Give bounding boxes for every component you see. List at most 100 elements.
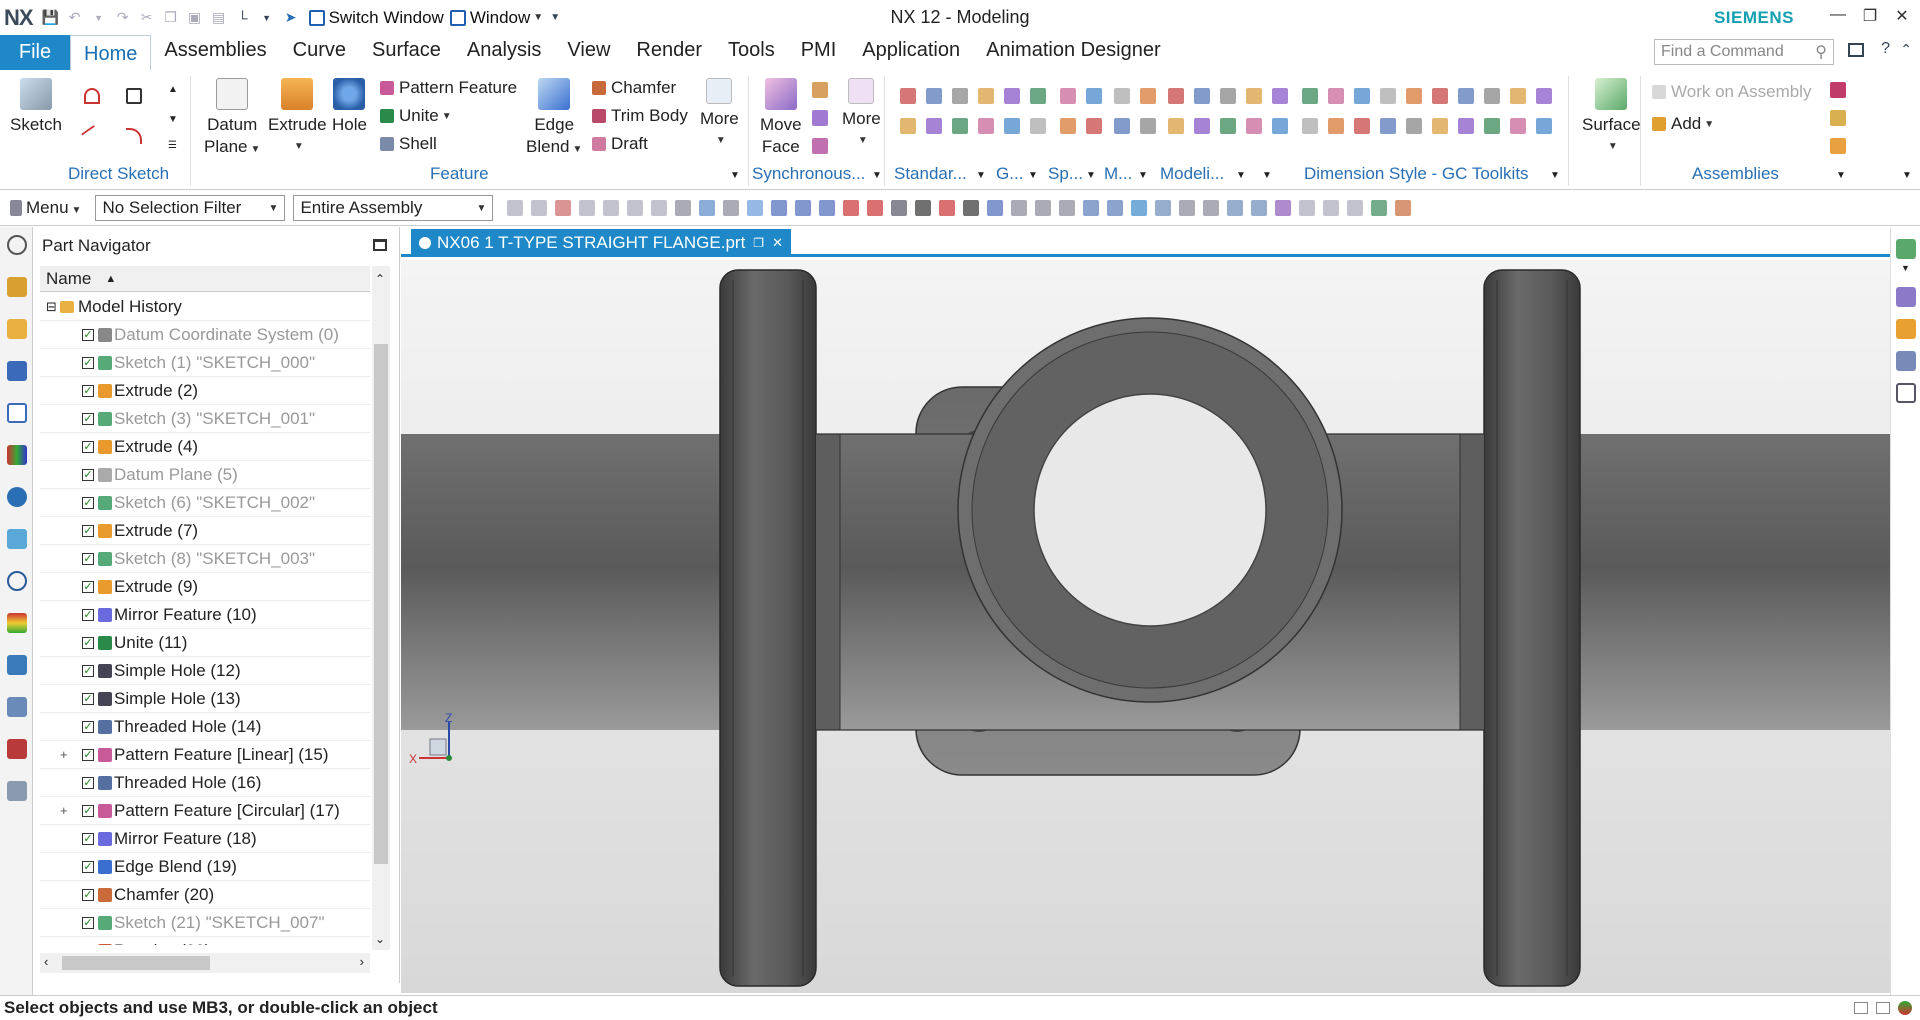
feature-node[interactable]: ✓ Threaded Hole (16) — [40, 769, 370, 797]
snap-tool-icon[interactable] — [1155, 200, 1172, 216]
group-feature[interactable]: Feature — [430, 164, 489, 184]
chevron-down-icon[interactable]: ▼ — [1086, 170, 1096, 181]
reuse-library-icon[interactable] — [7, 361, 27, 381]
tab-render[interactable]: Render — [623, 33, 715, 68]
menu-button[interactable]: Menu ▼ — [26, 198, 81, 218]
feature-node[interactable]: ✓ Sketch (3) "SKETCH_001" — [40, 405, 370, 433]
ribbon-tool-icon[interactable] — [926, 88, 942, 104]
snap-tool-icon[interactable] — [1395, 200, 1412, 216]
collapse-icon[interactable]: ⊟ — [46, 299, 57, 315]
group-assemblies[interactable]: Assemblies — [1692, 164, 1779, 184]
save-icon[interactable]: 💾 — [42, 9, 59, 26]
snap-tool-icon[interactable] — [939, 200, 956, 216]
visibility-checkbox[interactable]: ✓ — [82, 636, 94, 649]
chevron-down-icon[interactable]: ▼ — [1262, 170, 1272, 181]
expand-gallery-icon[interactable]: ☰ — [168, 140, 177, 151]
feature-node[interactable]: + ✓ Pattern Feature [Circular] (17) — [40, 797, 370, 825]
ribbon-tool-icon[interactable] — [1510, 118, 1526, 134]
sync-tool-icon[interactable] — [812, 110, 828, 126]
ribbon-tool-icon[interactable] — [1220, 118, 1236, 134]
feature-node[interactable]: ✓ Simple Hole (13) — [40, 685, 370, 713]
system-materials-icon[interactable] — [7, 739, 27, 759]
visibility-checkbox[interactable]: ✓ — [82, 524, 94, 537]
visibility-checkbox[interactable]: ✓ — [82, 496, 94, 509]
feature-node[interactable]: ✓ Edge Blend (19) — [40, 853, 370, 881]
selection-filter-dropdown[interactable]: No Selection Filter ▼ — [95, 195, 286, 221]
snap-tool-icon[interactable] — [603, 200, 620, 216]
ribbon-tool-icon[interactable] — [1432, 118, 1448, 134]
ribbon-tool-icon[interactable] — [1004, 88, 1020, 104]
ribbon-tool-icon[interactable] — [978, 88, 994, 104]
column-header-name[interactable]: Name ▲ — [40, 266, 370, 292]
pattern-feature-button[interactable]: Pattern Feature — [380, 78, 517, 98]
branch-bore[interactable] — [1033, 393, 1267, 627]
snap-tool-icon[interactable] — [963, 200, 980, 216]
extrude-button[interactable]: Extrude ▼ — [268, 78, 327, 158]
repeat-dropdown-icon[interactable]: ▼ — [259, 10, 275, 26]
visibility-checkbox[interactable]: ✓ — [82, 916, 94, 929]
ribbon-tool-icon[interactable] — [1458, 88, 1474, 104]
constraint-navigator-icon[interactable] — [7, 319, 27, 339]
ribbon-tool-icon[interactable] — [978, 118, 994, 134]
chevron-down-icon[interactable]: ▼ — [730, 170, 740, 181]
snap-tool-icon[interactable] — [1299, 200, 1316, 216]
snap-tool-icon[interactable] — [1203, 200, 1220, 216]
redo-icon[interactable]: ↷ — [115, 9, 131, 26]
snap-tool-icon[interactable] — [1059, 200, 1076, 216]
work-on-assembly-button[interactable]: Work on Assembly — [1652, 82, 1811, 102]
ribbon-tool-icon[interactable] — [1380, 88, 1396, 104]
assembly-tool-icon[interactable] — [1830, 138, 1846, 154]
snap-tool-icon[interactable] — [1107, 200, 1124, 216]
feature-node[interactable]: ✓ Extrude (4) — [40, 433, 370, 461]
tab-curve[interactable]: Curve — [280, 33, 359, 68]
ribbon-tool-icon[interactable] — [1168, 118, 1184, 134]
snap-tool-icon[interactable] — [1323, 200, 1340, 216]
feature-node[interactable]: ✓ Mirror Feature (18) — [40, 825, 370, 853]
snap-tool-icon[interactable] — [891, 200, 908, 216]
snap-tool-icon[interactable] — [1179, 200, 1196, 216]
feature-node[interactable]: ✓ Sketch (1) "SKETCH_000" — [40, 349, 370, 377]
ribbon-tool-icon[interactable] — [1536, 118, 1552, 134]
chevron-down-icon[interactable]: ▼ — [1236, 170, 1246, 181]
t-flange-model[interactable]: Z X — [401, 260, 1890, 993]
ribbon-tool-icon[interactable] — [1510, 88, 1526, 104]
maximize-icon[interactable] — [373, 239, 387, 251]
surface-tool-icon[interactable] — [1896, 239, 1916, 259]
history-list-icon[interactable] — [7, 781, 27, 801]
more-sync-button[interactable]: More ▼ — [842, 78, 881, 152]
feature-node[interactable]: ✓ Unite (11) — [40, 629, 370, 657]
touch-mode-icon[interactable]: ➤ — [283, 9, 299, 26]
chevron-down-icon[interactable]: ▼ — [1028, 170, 1038, 181]
ribbon-tool-icon[interactable] — [1114, 118, 1130, 134]
snap-tool-icon[interactable] — [651, 200, 668, 216]
feature-node[interactable]: ✓ Chamfer (20) — [40, 881, 370, 909]
ribbon-tool-icon[interactable] — [1406, 88, 1422, 104]
tab-pmi[interactable]: PMI — [788, 33, 850, 68]
group-dimension-style[interactable]: Dimension Style - GC Toolkits — [1304, 164, 1529, 184]
snap-tool-icon[interactable] — [747, 200, 764, 216]
window-menu-button[interactable]: Window ▼ — [449, 8, 543, 28]
ribbon-tool-icon[interactable] — [1484, 88, 1500, 104]
tab-file[interactable]: File — [0, 35, 70, 70]
line-icon[interactable] — [80, 124, 104, 148]
chevron-down-icon[interactable]: ▼ — [1901, 263, 1910, 273]
snap-tool-icon[interactable] — [843, 200, 860, 216]
ribbon-tool-icon[interactable] — [952, 88, 968, 104]
unite-button[interactable]: Unite ▼ — [380, 106, 452, 126]
scroll-down-icon[interactable]: ⌄ — [375, 932, 385, 946]
ribbon-tool-icon[interactable] — [1432, 88, 1448, 104]
arc-icon[interactable] — [126, 128, 142, 144]
snap-tool-icon[interactable] — [579, 200, 596, 216]
settings-icon[interactable] — [7, 235, 27, 255]
sketch-button[interactable]: Sketch — [10, 78, 62, 136]
expand-icon[interactable]: + — [60, 803, 68, 818]
group-g[interactable]: G... — [996, 164, 1023, 184]
scroll-down-icon[interactable]: ▼ — [168, 114, 178, 125]
ruled-icon[interactable] — [1896, 287, 1916, 307]
right-flange[interactable] — [1483, 269, 1581, 987]
ribbon-tool-icon[interactable] — [1114, 88, 1130, 104]
tab-analysis[interactable]: Analysis — [454, 33, 554, 68]
visibility-checkbox[interactable]: ✓ — [82, 440, 94, 453]
palette-icon[interactable] — [7, 613, 27, 633]
ribbon-tool-icon[interactable] — [1246, 88, 1262, 104]
